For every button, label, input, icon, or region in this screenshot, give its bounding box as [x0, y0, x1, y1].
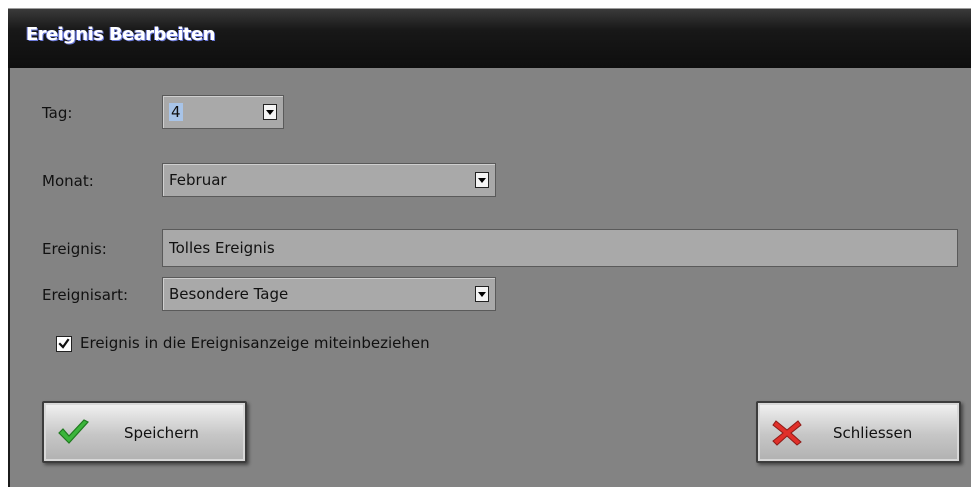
checkbox-check-icon — [58, 338, 70, 349]
monat-value: Februar — [169, 171, 227, 189]
monat-dropdown-arrow-icon[interactable] — [475, 172, 489, 188]
ereignisart-dropdown-arrow-icon[interactable] — [475, 286, 489, 302]
checkmark-icon — [58, 419, 89, 444]
include-event-label: Ereignis in die Ereignisanzeige miteinbe… — [80, 334, 430, 352]
tag-label: Tag: — [42, 104, 73, 122]
monat-select[interactable]: Februar — [162, 163, 496, 197]
tag-dropdown-arrow-icon[interactable] — [263, 104, 277, 120]
tag-select[interactable]: 4 — [162, 95, 284, 129]
tag-value: 4 — [169, 103, 183, 121]
ereignis-input[interactable] — [169, 239, 929, 257]
title-bar[interactable]: Ereignis Bearbeiten — [8, 0, 971, 68]
include-event-checkbox[interactable] — [56, 336, 72, 352]
ereignisart-value: Besondere Tage — [169, 285, 289, 303]
close-button-label: Schliessen — [833, 424, 913, 442]
x-icon — [772, 420, 802, 446]
save-button-label: Speichern — [124, 424, 199, 442]
ereignis-label: Ereignis: — [42, 240, 107, 258]
ereignisart-label: Ereignisart: — [42, 286, 129, 304]
save-button[interactable]: Speichern — [42, 401, 247, 463]
ereignis-field[interactable] — [162, 229, 958, 267]
edit-event-window: Ereignis Bearbeiten Tag: 4 Monat: Februa… — [8, 0, 971, 487]
close-button[interactable]: Schliessen — [756, 401, 961, 463]
monat-label: Monat: — [42, 172, 94, 190]
window-title: Ereignis Bearbeiten — [26, 24, 215, 45]
ereignisart-select[interactable]: Besondere Tage — [162, 277, 496, 311]
